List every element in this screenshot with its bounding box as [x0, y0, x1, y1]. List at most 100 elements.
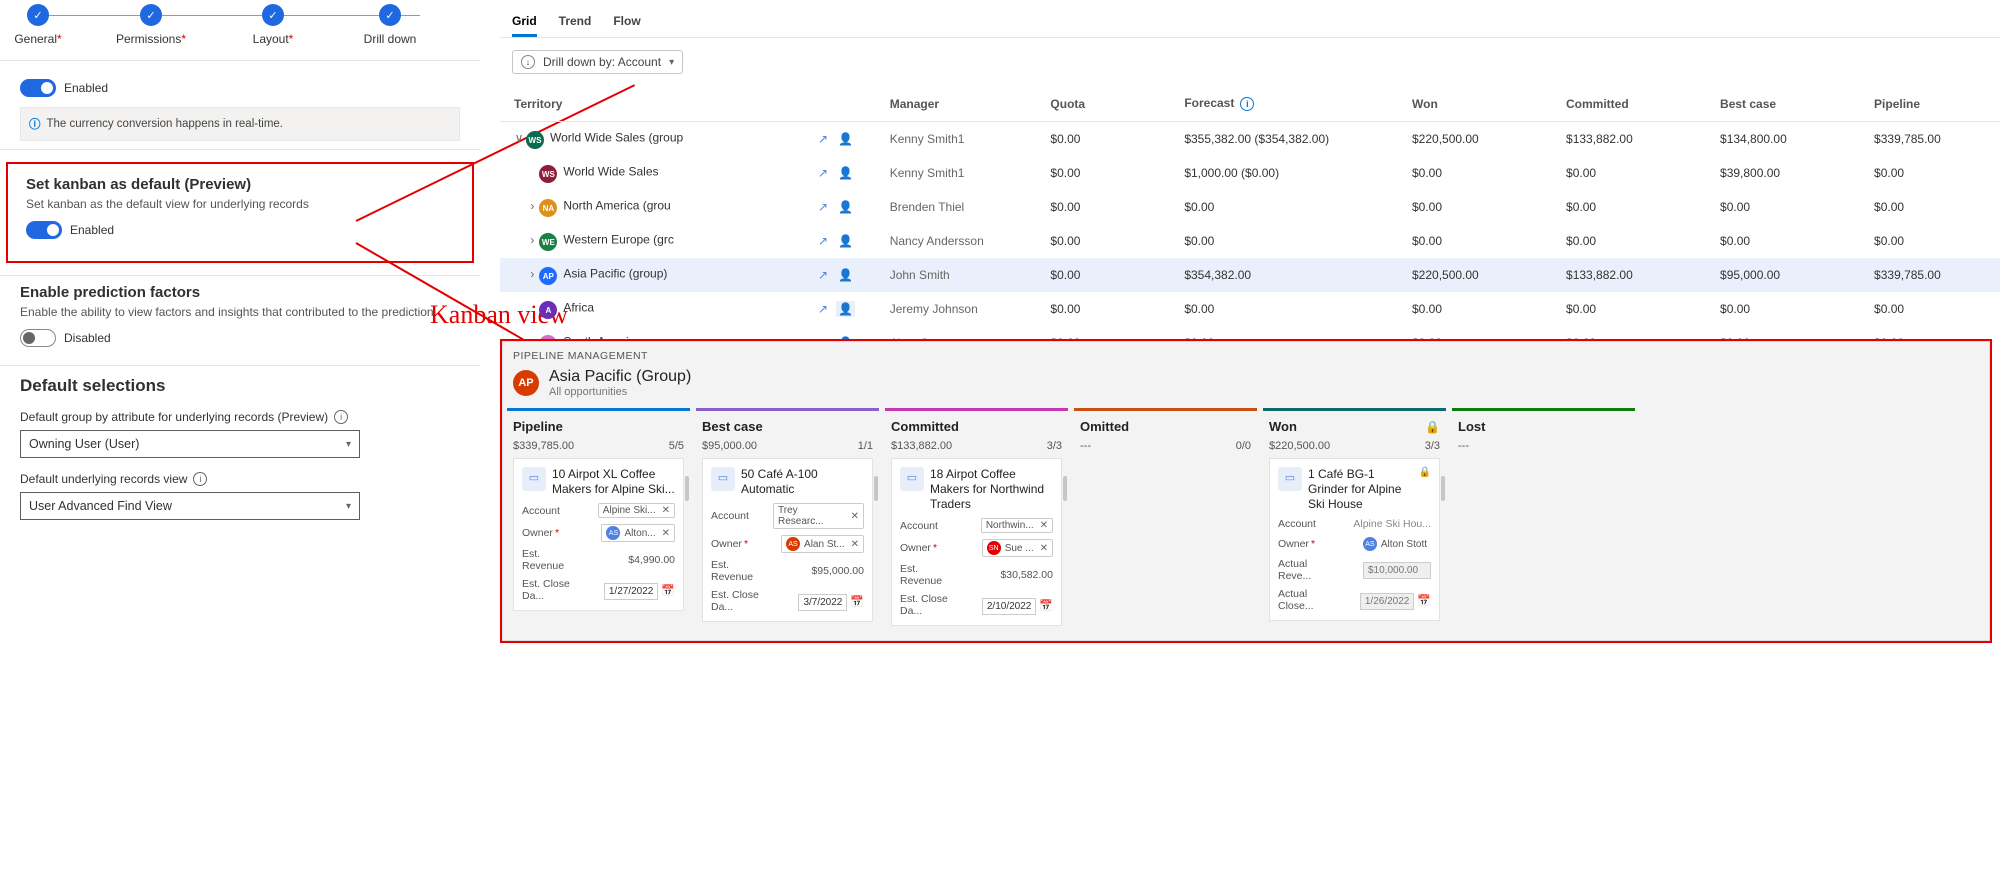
prediction-toggle[interactable]: Disabled — [20, 329, 460, 347]
revenue-input: $10,000.00 — [1363, 562, 1431, 579]
account-chip[interactable]: Northwin...✕ — [981, 518, 1053, 533]
drill-icon: ↓ — [521, 55, 535, 69]
account-chip[interactable]: Trey Researc...✕ — [773, 503, 864, 529]
user-icon: 👤 — [836, 267, 855, 283]
wizard-step-general[interactable]: ✓ General* — [3, 4, 73, 46]
info-icon[interactable]: i — [1240, 97, 1254, 111]
kanban-column: Omitted ---0/0 — [1074, 408, 1257, 634]
date-input[interactable]: 3/7/2022 — [798, 594, 847, 611]
wizard-step-layout[interactable]: ✓ Layout* — [238, 4, 308, 46]
group-avatar: AP — [513, 370, 539, 396]
share-icon: ↗ — [816, 199, 830, 215]
scrollbar[interactable] — [1441, 476, 1445, 501]
default-groupby-label: Default group by attribute for underlyin… — [20, 410, 460, 424]
tab-trend[interactable]: Trend — [559, 8, 592, 37]
owner-chip: ASAlton Stott — [1359, 536, 1431, 552]
card-type-icon: ▭ — [1278, 467, 1302, 491]
wizard-steps: ✓ General* ✓ Permissions* ✓ Layout* ✓ Dr… — [0, 0, 480, 60]
table-row[interactable]: ∨WSWorld Wide Sales (group ↗👤 Kenny Smit… — [500, 122, 2000, 157]
owner-chip[interactable]: ASAlan St...✕ — [781, 535, 864, 553]
kanban-panel-label: PIPELINE MANAGEMENT — [503, 342, 1989, 368]
share-icon: ↗ — [816, 165, 830, 181]
date-input: 1/26/2022 — [1360, 593, 1415, 610]
kanban-group-name: Asia Pacific (Group) — [549, 368, 691, 386]
forecast-grid: Territory Manager Quota Forecasti Won Co… — [500, 86, 2000, 360]
table-row[interactable]: ›APAsia Pacific (group) ↗👤 John Smith $0… — [500, 258, 2000, 292]
default-selections-title: Default selections — [20, 376, 460, 396]
kanban-toggle[interactable]: Enabled — [26, 221, 454, 239]
owner-chip[interactable]: SNSue ...✕ — [982, 539, 1053, 557]
tab-flow[interactable]: Flow — [613, 8, 640, 37]
user-icon: 👤 — [836, 131, 855, 147]
share-icon: ↗ — [816, 233, 830, 249]
calendar-icon: 📅 — [1417, 595, 1431, 607]
card-type-icon: ▭ — [522, 467, 546, 491]
calendar-icon: 📅 — [661, 585, 675, 597]
wizard-step-permissions[interactable]: ✓ Permissions* — [116, 4, 186, 46]
kanban-setting-highlight: Set kanban as default (Preview) Set kanb… — [6, 162, 474, 263]
drill-down-selector[interactable]: ↓ Drill down by: Account ▾ — [512, 50, 683, 74]
date-input[interactable]: 2/10/2022 — [982, 598, 1037, 615]
share-icon: ↗ — [816, 301, 830, 317]
chevron-down-icon: ▾ — [669, 57, 674, 68]
row-actions[interactable]: ↗👤 — [816, 131, 855, 147]
row-actions[interactable]: ↗👤 — [816, 233, 855, 249]
info-icon[interactable]: i — [193, 472, 207, 486]
lock-icon: 🔒 — [1419, 467, 1431, 480]
wizard-step-drilldown[interactable]: ✓ Drill down — [355, 4, 425, 46]
forecast-tabs: Grid Trend Flow — [500, 0, 2000, 38]
currency-toggle[interactable]: Enabled — [20, 79, 460, 97]
check-icon: ✓ — [379, 4, 401, 26]
scrollbar[interactable] — [1063, 476, 1067, 501]
table-row[interactable]: ›WEWestern Europe (grc ↗👤 Nancy Andersso… — [500, 224, 2000, 258]
account-chip[interactable]: Alpine Ski...✕ — [598, 503, 675, 518]
check-icon: ✓ — [140, 4, 162, 26]
kanban-card[interactable]: ▭18 Airpot Coffee Makers for Northwind T… — [891, 458, 1062, 626]
row-actions[interactable]: ↗👤 — [816, 267, 855, 283]
prediction-title: Enable prediction factors — [20, 284, 460, 301]
check-icon: ✓ — [262, 4, 284, 26]
share-icon: ↗ — [816, 267, 830, 283]
chevron-down-icon: ▾ — [346, 439, 351, 450]
info-icon[interactable]: i — [334, 410, 348, 424]
table-row[interactable]: ›NANorth America (grou ↗👤 Brenden Thiel … — [500, 190, 2000, 224]
row-actions[interactable]: ↗👤 — [816, 199, 855, 215]
kanban-column: Committed $133,882.003/3 ▭18 Airpot Coff… — [885, 408, 1068, 634]
lock-icon: 🔒 — [1425, 420, 1440, 434]
table-row[interactable]: WSWorld Wide Sales ↗👤 Kenny Smith1 $0.00… — [500, 156, 2000, 190]
user-icon: 👤 — [836, 233, 855, 249]
row-actions[interactable]: ↗👤 — [816, 301, 855, 317]
kanban-column: Lost --- — [1452, 408, 1635, 634]
tab-grid[interactable]: Grid — [512, 8, 537, 37]
check-icon: ✓ — [27, 4, 49, 26]
kanban-title: Set kanban as default (Preview) — [26, 176, 454, 193]
kanban-column: Pipeline $339,785.005/5 ▭10 Airpot XL Co… — [507, 408, 690, 634]
scrollbar[interactable] — [685, 476, 689, 501]
kanban-card[interactable]: ▭10 Airpot XL Coffee Makers for Alpine S… — [513, 458, 684, 611]
owner-chip[interactable]: ASAlton...✕ — [601, 524, 675, 542]
kanban-card[interactable]: ▭1 Café BG-1 Grinder for Alpine Ski Hous… — [1269, 458, 1440, 621]
kanban-column: Won🔒 $220,500.003/3 ▭1 Café BG-1 Grinder… — [1263, 408, 1446, 634]
default-view-select[interactable]: User Advanced Find View▾ — [20, 492, 360, 520]
user-icon: 👤 — [836, 199, 855, 215]
calendar-icon: 📅 — [1039, 600, 1053, 612]
default-view-label: Default underlying records view i — [20, 472, 460, 486]
scrollbar[interactable] — [874, 476, 878, 501]
user-icon: 👤 — [836, 301, 855, 317]
kanban-column: Best case $95,000.001/1 ▭50 Café A-100 A… — [696, 408, 879, 634]
info-icon: ⓘ — [29, 116, 41, 132]
toggle-label: Enabled — [64, 81, 108, 95]
default-groupby-select[interactable]: Owning User (User)▾ — [20, 430, 360, 458]
calendar-icon: 📅 — [850, 596, 864, 608]
chevron-down-icon: ▾ — [346, 501, 351, 512]
date-input[interactable]: 1/27/2022 — [604, 583, 659, 600]
kanban-card[interactable]: ▭50 Café A-100 Automatic AccountTrey Res… — [702, 458, 873, 622]
share-icon: ↗ — [816, 131, 830, 147]
user-icon: 👤 — [836, 165, 855, 181]
kanban-view-highlight: PIPELINE MANAGEMENT AP Asia Pacific (Gro… — [500, 339, 1992, 643]
card-type-icon: ▭ — [711, 467, 735, 491]
table-row[interactable]: AAfrica ↗👤 Jeremy Johnson $0.00$0.00$0.0… — [500, 292, 2000, 326]
currency-info-bar: ⓘ The currency conversion happens in rea… — [20, 107, 460, 141]
card-type-icon: ▭ — [900, 467, 924, 491]
row-actions[interactable]: ↗👤 — [816, 165, 855, 181]
